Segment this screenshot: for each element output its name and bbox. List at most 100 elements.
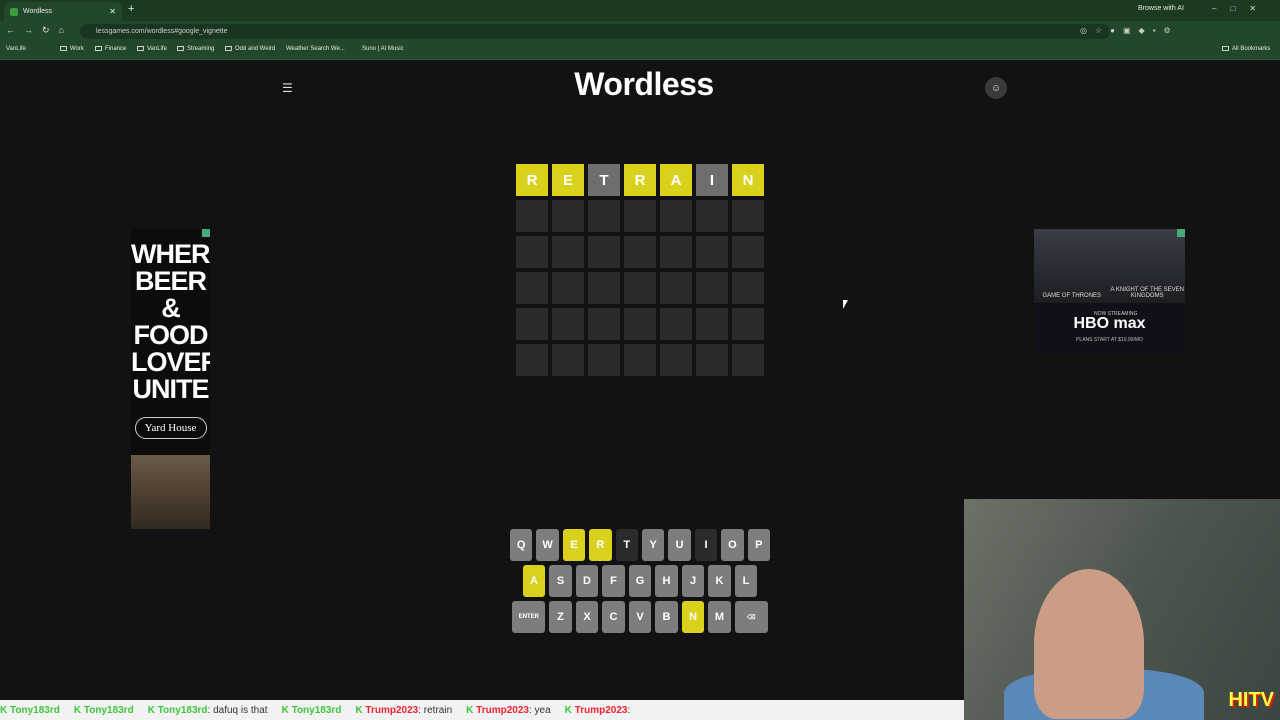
key-o[interactable]: O (721, 529, 744, 561)
board-tile (732, 236, 764, 268)
close-tab-icon[interactable]: ✕ (109, 7, 116, 16)
board-tile: E (552, 164, 584, 196)
ad-banner-right[interactable]: GAME OF THRONES A KNIGHT OF THE SEVEN KI… (1034, 229, 1185, 354)
keyboard-row: ENTER Z X C V B N M ⌫ (510, 601, 770, 633)
bookmark-folder[interactable]: Work (60, 46, 84, 52)
key-i[interactable]: I (694, 529, 718, 561)
key-t[interactable]: T (615, 529, 638, 561)
board-tile (588, 236, 620, 268)
ad-brand: HBO max (1073, 315, 1146, 332)
key-d[interactable]: D (575, 565, 599, 597)
chat-badge-icon: K (281, 704, 292, 716)
chat-badge-icon: K (147, 704, 158, 716)
key-h[interactable]: H (655, 565, 678, 597)
enter-key[interactable]: ENTER (512, 601, 546, 633)
key-m[interactable]: M (708, 601, 731, 633)
chat-message: K Tony183rd (74, 705, 134, 716)
board-tile (516, 200, 548, 232)
backspace-key[interactable]: ⌫ (734, 601, 768, 633)
board-tile (660, 200, 692, 232)
board-tile (696, 200, 728, 232)
key-w[interactable]: W (536, 529, 559, 561)
ad-banner-left[interactable]: WHERE BEER & FOOD LOVERS UNITE Yard Hous… (131, 229, 210, 529)
tab-title: Wordless (23, 8, 53, 15)
key-x[interactable]: X (575, 601, 599, 633)
key-n[interactable]: N (681, 601, 705, 633)
extension-icons[interactable]: ◎☆●▣◆▪⚙ (1080, 26, 1179, 35)
profile-icon[interactable]: ☺ (985, 77, 1007, 99)
key-y[interactable]: Y (642, 529, 665, 561)
browse-with-ai-button[interactable]: Browse with AI (1138, 5, 1184, 12)
chat-badge-icon: K (73, 704, 84, 716)
folder-icon (95, 46, 102, 51)
key-l[interactable]: L (734, 565, 758, 597)
key-b[interactable]: B (655, 601, 678, 633)
folder-icon (1222, 46, 1229, 51)
chat-text: : retrain (418, 704, 453, 716)
bookmark-folder[interactable]: Streaming (177, 46, 214, 52)
chat-username: Tony183rd (291, 704, 342, 716)
chat-username: Trump2023 (574, 704, 628, 716)
key-v[interactable]: V (628, 601, 652, 633)
all-bookmarks-button[interactable]: All Bookmarks (1222, 46, 1270, 52)
board-tile (588, 200, 620, 232)
on-screen-keyboard: Q W E R T Y U I O P A S D F G H J K L ENTER Z X C V B N M ⌫ (509, 529, 771, 637)
ad-close-icon[interactable] (202, 229, 210, 237)
board-tile (732, 200, 764, 232)
folder-icon (177, 46, 184, 51)
chat-badge-icon: K (564, 704, 575, 716)
board-tile (732, 308, 764, 340)
bookmark-item[interactable]: Weather Search We... (286, 46, 345, 52)
board-tile (660, 308, 692, 340)
key-j[interactable]: J (681, 565, 705, 597)
new-tab-icon[interactable]: + (128, 3, 134, 15)
key-s[interactable]: S (549, 565, 572, 597)
board-tile (552, 308, 584, 340)
bookmark-folder[interactable]: Finance (95, 46, 126, 52)
webcam-overlay: HITV (964, 499, 1280, 720)
keyboard-row: ASDFGHJKL (510, 565, 770, 597)
folder-icon (225, 46, 232, 51)
browser-tab[interactable]: Wordless ✕ (4, 2, 122, 21)
board-tile (516, 344, 548, 376)
ad-close-icon[interactable] (1177, 229, 1185, 237)
key-f[interactable]: F (602, 565, 625, 597)
key-r[interactable]: R (589, 529, 612, 561)
key-u[interactable]: U (668, 529, 691, 561)
key-p[interactable]: P (747, 529, 771, 561)
key-c[interactable]: C (602, 601, 625, 633)
key-k[interactable]: K (708, 565, 731, 597)
board-tile (624, 308, 656, 340)
url-input[interactable]: lessgames.com/wordless#google_vignette (80, 24, 1110, 39)
board-tile (552, 200, 584, 232)
navigation-icons[interactable]: ←→↻⌂ (6, 25, 73, 36)
board-tile (696, 308, 728, 340)
key-q[interactable]: Q (509, 529, 533, 561)
board-tile (696, 344, 728, 376)
bookmark-item[interactable]: Suno | AI Music (362, 46, 404, 52)
menu-icon[interactable]: ☰ (282, 81, 293, 95)
key-e[interactable]: E (562, 529, 586, 561)
board-tile: R (516, 164, 548, 196)
bookmark-folder[interactable]: VanLife (137, 46, 167, 52)
board-tile: N (732, 164, 764, 196)
key-z[interactable]: Z (549, 601, 572, 633)
board-tile (552, 272, 584, 304)
chat-text: : dafuq is that (207, 704, 268, 716)
ad-headline: WHERE BEER & FOOD LOVERS UNITE (131, 239, 210, 404)
bookmark-item[interactable]: VanLife (6, 46, 26, 52)
chat-message: K Tony183rd (0, 705, 60, 716)
key-g[interactable]: G (628, 565, 652, 597)
ad-plan: PLANS START AT $10.99/MO (1076, 337, 1143, 343)
chat-message: K Tony183rd (282, 705, 342, 716)
bookmark-folder[interactable]: Odd and Weird (225, 46, 275, 52)
key-a[interactable]: A (522, 565, 546, 597)
chat-text: : yea (528, 704, 551, 716)
keyboard-row: QWERTYUIOP (509, 529, 771, 561)
window-controls[interactable]: –□✕ (1212, 4, 1270, 13)
board-tile (516, 236, 548, 268)
board-tile (516, 272, 548, 304)
ad-now-streaming: NOW STREAMING (1094, 311, 1138, 317)
board-tile (696, 272, 728, 304)
board-tile (624, 344, 656, 376)
